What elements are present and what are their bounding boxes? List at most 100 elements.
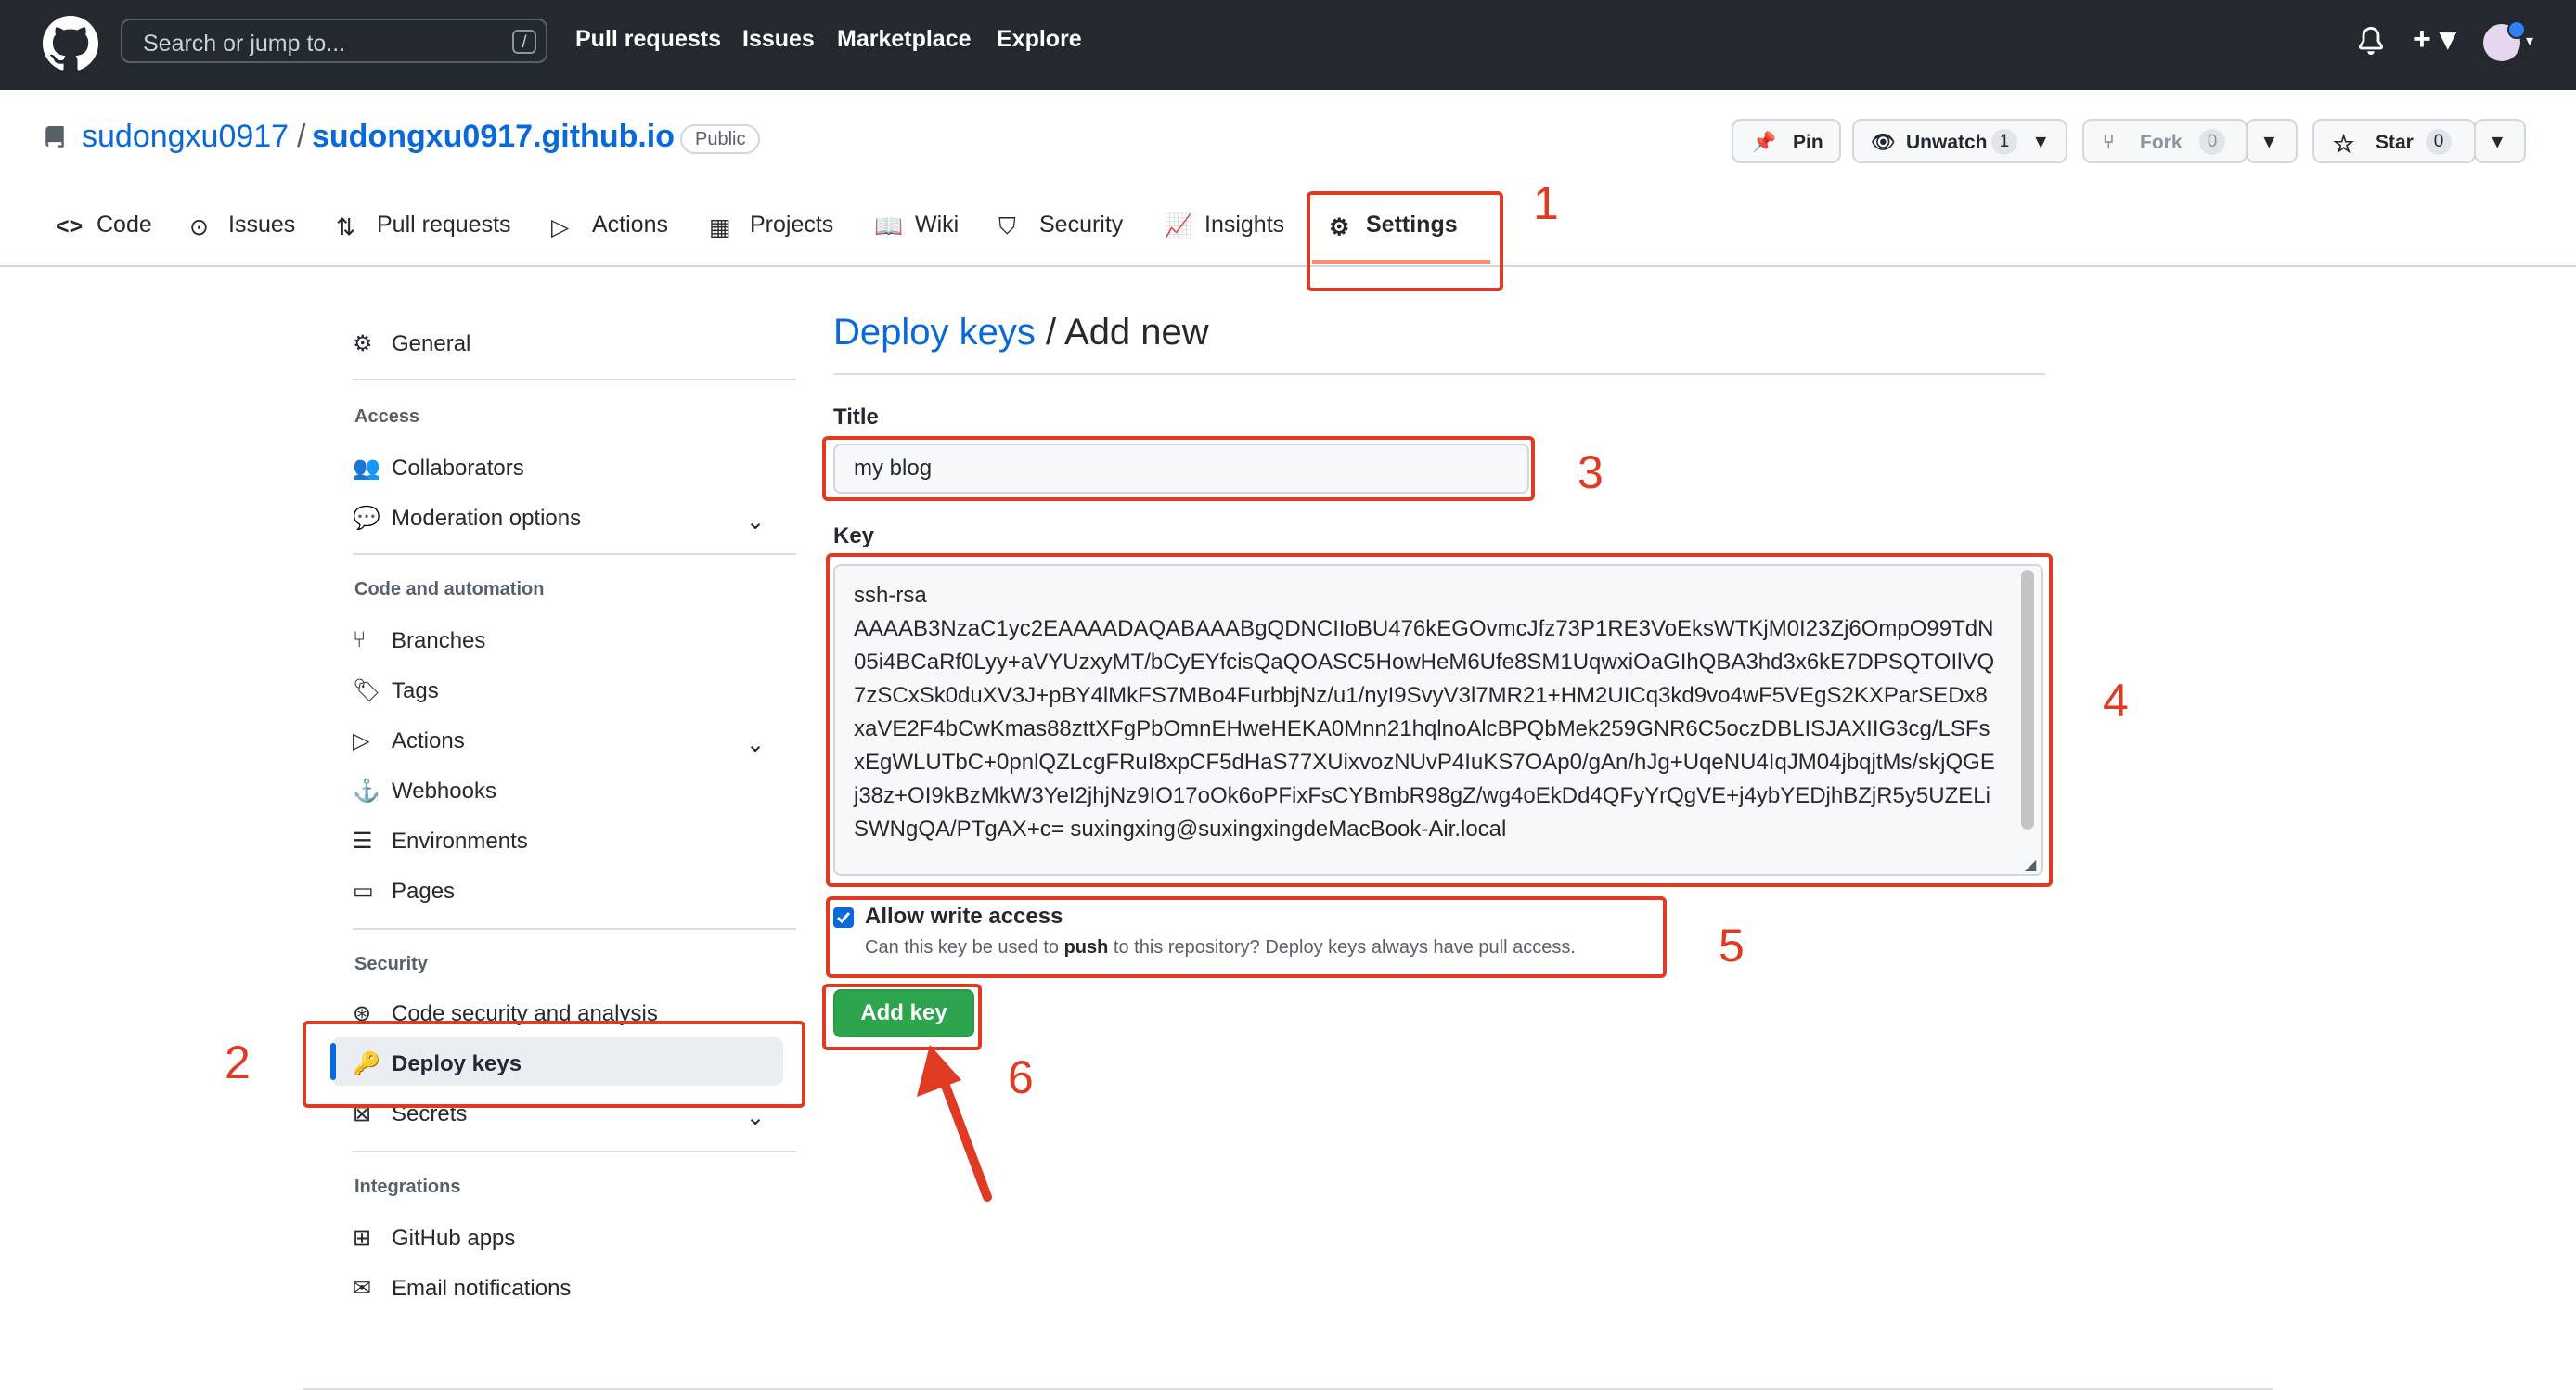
annotation-number-5: 5: [1719, 920, 1745, 972]
title-label: Title: [833, 405, 879, 430]
star-icon: ☆: [2333, 130, 2355, 158]
global-header: Search or jump to... / Pull requests Iss…: [0, 0, 2576, 90]
fork-icon: ⑂: [2103, 132, 2115, 153]
tabs-divider: [0, 265, 2576, 267]
apps-icon: ⊞: [353, 1226, 372, 1251]
notification-dot-icon: [2507, 20, 2526, 39]
tab-security-label: Security: [1039, 212, 1124, 238]
sidebar-item-label: Pages: [392, 879, 456, 904]
pin-label: Pin: [1793, 132, 1823, 153]
pin-button[interactable]: 📌 Pin: [1732, 119, 1841, 163]
book-icon: 📖: [874, 213, 904, 239]
tab-insights-label: Insights: [1204, 212, 1285, 238]
play-icon: ▷: [551, 214, 570, 240]
page-title-rest: / Add new: [1035, 312, 1209, 353]
sidebar-item-label: Branches: [392, 628, 486, 653]
sidebar-divider: [353, 379, 796, 380]
fork-label: Fork: [2140, 132, 2183, 153]
annotation-box-deploy-keys: [303, 1021, 805, 1108]
git-branch-icon: ⑂: [353, 627, 367, 652]
sidebar-divider: [353, 928, 796, 930]
nav-marketplace[interactable]: Marketplace: [837, 26, 972, 53]
sidebar-item-label: Moderation options: [392, 506, 582, 531]
fork-dropdown-button[interactable]: ▾: [2246, 119, 2298, 163]
issue-opened-icon: ⊙: [189, 214, 209, 240]
star-dropdown-button[interactable]: ▾: [2474, 119, 2526, 163]
tab-projects-label: Projects: [750, 212, 834, 238]
chevron-down-icon[interactable]: ⌄: [746, 1104, 765, 1131]
code-icon: <>: [56, 213, 84, 239]
repo-name-link[interactable]: sudongxu0917.github.io: [312, 119, 675, 155]
watch-count: 1: [1991, 129, 2017, 155]
pull-request-icon: ⇅: [336, 214, 355, 240]
sidebar-item-label: Webhooks: [392, 779, 496, 804]
annotation-box-title: [822, 436, 1535, 501]
chevron-down-icon: ▾: [2492, 131, 2503, 152]
sidebar-divider: [353, 1151, 796, 1152]
repo-path-separator: /: [297, 119, 306, 154]
webhook-icon: ⚓: [353, 779, 380, 804]
nav-explore[interactable]: Explore: [997, 26, 1082, 53]
chevron-down-icon[interactable]: ⌄: [746, 508, 765, 535]
sidebar-heading-security: Security: [354, 954, 428, 974]
sidebar-divider: [353, 553, 796, 555]
search-placeholder: Search or jump to...: [143, 31, 346, 57]
chevron-down-icon: ▾: [2264, 131, 2274, 152]
shield-icon: ⛉: [998, 213, 1016, 239]
page-title: Deploy keys / Add new: [833, 312, 1209, 354]
chevron-down-icon: ▾: [2036, 131, 2046, 152]
bell-icon[interactable]: [2357, 26, 2385, 56]
sidebar-item-label: Collaborators: [392, 456, 524, 481]
github-logo-icon[interactable]: [43, 16, 98, 71]
sidebar-item-label: Environments: [392, 829, 528, 854]
sidebar-item-label: General: [392, 331, 471, 356]
unwatch-label: Unwatch: [1906, 132, 1988, 153]
nav-issues[interactable]: Issues: [742, 26, 815, 53]
gear-icon: ⚙: [353, 331, 373, 356]
create-new-dropdown[interactable]: + ▾: [2413, 20, 2455, 58]
server-icon: ☰: [353, 829, 373, 854]
chevron-down-icon[interactable]: ▾: [2526, 32, 2533, 50]
unwatch-button[interactable]: 👁 Unwatch 1 ▾: [1852, 119, 2067, 163]
annotation-number-1: 1: [1533, 177, 1559, 229]
annotation-number-4: 4: [2103, 675, 2129, 727]
comment-discussion-icon: 💬: [353, 506, 380, 531]
sidebar-heading-integrations: Integrations: [354, 1177, 461, 1197]
annotation-number-3: 3: [1578, 446, 1604, 498]
play-icon: ▷: [353, 728, 370, 753]
tab-code-label: Code: [97, 212, 152, 238]
sidebar-item-label: Tags: [392, 678, 439, 703]
tag-icon: 🏷: [353, 678, 381, 703]
search-shortcut-key: /: [512, 30, 536, 54]
key-label: Key: [833, 523, 875, 548]
visibility-badge: Public: [680, 124, 761, 154]
repo-icon: [45, 126, 64, 148]
annotation-arrow-icon: [917, 1045, 992, 1202]
people-icon: 👥: [353, 456, 380, 481]
repo-owner-link[interactable]: sudongxu0917: [82, 119, 289, 155]
tab-pull-requests-label: Pull requests: [377, 212, 511, 238]
nav-pull-requests[interactable]: Pull requests: [575, 26, 721, 53]
fork-button[interactable]: ⑂ Fork 0: [2082, 119, 2248, 163]
tab-issues-label: Issues: [228, 212, 296, 238]
star-label: Star: [2376, 132, 2414, 153]
graph-icon: 📈: [1164, 213, 1193, 239]
tab-wiki-label: Wiki: [915, 212, 960, 238]
sidebar-item-label: GitHub apps: [392, 1226, 516, 1251]
mail-icon: ✉: [353, 1276, 372, 1301]
fork-count: 0: [2199, 129, 2225, 155]
pin-icon: 📌: [1752, 132, 1777, 153]
star-button[interactable]: ☆ Star 0: [2312, 119, 2476, 163]
tab-actions-label: Actions: [592, 212, 668, 238]
star-count: 0: [2426, 129, 2452, 155]
browser-icon: ▭: [353, 879, 374, 904]
search-input[interactable]: Search or jump to... /: [121, 19, 547, 63]
deploy-keys-breadcrumb-link[interactable]: Deploy keys: [833, 312, 1036, 353]
annotation-box-settings: [1307, 191, 1503, 291]
chevron-down-icon[interactable]: ⌄: [746, 731, 765, 758]
annotation-number-2: 2: [225, 1036, 251, 1088]
annotation-box-key: [826, 553, 2053, 887]
annotation-box-write-access: [826, 896, 1667, 978]
sidebar-heading-code-automation: Code and automation: [354, 579, 545, 599]
sidebar-item-label: Actions: [392, 728, 465, 753]
